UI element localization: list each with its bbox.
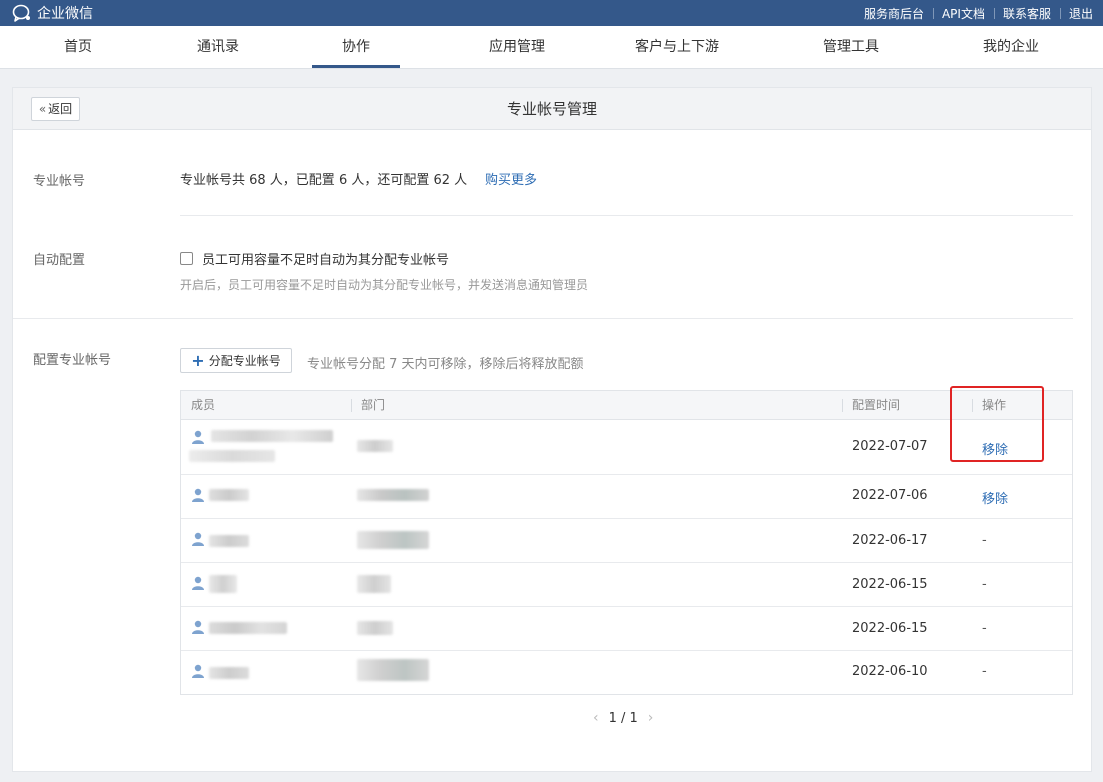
member-department xyxy=(357,621,393,635)
action-unavailable: - xyxy=(982,533,987,548)
divider xyxy=(180,215,1073,216)
table-row: 2022-06-17 - xyxy=(181,519,1072,563)
account-label: 专业帐号 xyxy=(33,174,86,189)
user-icon xyxy=(192,620,204,634)
top-bar: 企业微信 服务商后台 API文档 联系客服 退出 xyxy=(0,0,1103,26)
member-name xyxy=(209,575,237,593)
config-time: 2022-06-15 xyxy=(852,621,928,636)
nav-item-app-management[interactable]: 应用管理 xyxy=(460,26,574,68)
account-summary: 专业帐号共 68 人，已配置 6 人，还可配置 62 人 xyxy=(180,173,468,188)
member-department xyxy=(357,489,429,501)
nav-item-contacts[interactable]: 通讯录 xyxy=(180,26,256,68)
card-header: 专业帐号管理 « 返回 xyxy=(13,88,1091,130)
plus-icon: + xyxy=(191,350,205,370)
top-link-api-docs[interactable]: API文档 xyxy=(932,5,994,22)
user-icon xyxy=(192,488,204,502)
config-time: 2022-07-06 xyxy=(852,488,928,503)
member-name xyxy=(209,667,249,679)
table-header: 成员 部门 配置时间 操作 xyxy=(181,391,1072,420)
member-name xyxy=(209,489,249,501)
divider xyxy=(13,318,1073,319)
assign-account-button-label: 分配专业帐号 xyxy=(208,354,281,368)
user-icon xyxy=(192,664,204,678)
column-separator xyxy=(351,399,352,412)
main-nav: 首页 通讯录 协作 应用管理 客户与上下游 管理工具 我的企业 xyxy=(0,26,1103,69)
action-unavailable: - xyxy=(982,664,987,679)
member-department xyxy=(357,659,429,681)
app-name: 企业微信 xyxy=(37,6,93,22)
config-time: 2022-07-07 xyxy=(852,439,928,454)
column-separator xyxy=(972,399,973,412)
accounts-table: 成员 部门 配置时间 操作 2022-07-07 移除 2022-07-06 移… xyxy=(180,390,1073,695)
nav-item-admin-tools[interactable]: 管理工具 xyxy=(806,26,896,68)
assign-label: 配置专业帐号 xyxy=(33,353,112,368)
nav-item-home[interactable]: 首页 xyxy=(44,26,112,68)
top-link-logout[interactable]: 退出 xyxy=(1059,5,1093,22)
user-icon xyxy=(192,532,204,546)
nav-item-collaboration[interactable]: 协作 xyxy=(312,26,400,68)
table-row: 2022-06-10 - xyxy=(181,651,1072,694)
nav-item-my-company[interactable]: 我的企业 xyxy=(966,26,1056,68)
table-row: 2022-07-06 移除 xyxy=(181,475,1072,519)
nav-item-customers[interactable]: 客户与上下游 xyxy=(624,26,730,68)
member-department xyxy=(357,575,391,593)
table-row: 2022-06-15 - xyxy=(181,563,1072,607)
top-link-support[interactable]: 联系客服 xyxy=(993,5,1060,22)
config-time: 2022-06-17 xyxy=(852,533,928,548)
member-department xyxy=(357,531,429,549)
member-name xyxy=(211,430,333,442)
action-unavailable: - xyxy=(982,621,987,636)
member-name xyxy=(189,450,275,462)
member-name xyxy=(209,535,249,547)
assign-hint: 专业帐号分配 7 天内可移除，移除后将释放配额 xyxy=(307,357,584,372)
content-card: 专业帐号管理 « 返回 专业帐号 专业帐号共 68 人，已配置 6 人，还可配置… xyxy=(12,87,1092,772)
assign-account-button[interactable]: + 分配专业帐号 xyxy=(180,348,292,373)
remove-button[interactable]: 移除 xyxy=(982,488,1008,507)
top-links: 服务商后台 API文档 联系客服 退出 xyxy=(855,0,1093,26)
auto-assign-checkbox-label[interactable]: 员工可用容量不足时自动为其分配专业帐号 xyxy=(202,249,449,268)
chevron-left-icon[interactable]: ‹ xyxy=(593,710,599,726)
user-icon xyxy=(192,430,204,444)
config-time: 2022-06-10 xyxy=(852,664,928,679)
user-icon xyxy=(192,576,204,590)
member-department xyxy=(357,440,393,452)
page-title: 专业帐号管理 xyxy=(506,100,597,118)
column-separator xyxy=(842,399,843,412)
back-button[interactable]: « 返回 xyxy=(31,97,80,121)
column-member: 成员 xyxy=(191,398,216,412)
double-chevron-left-icon: « xyxy=(38,102,47,116)
app-logo[interactable]: 企业微信 xyxy=(12,3,93,23)
buy-more-link[interactable]: 购买更多 xyxy=(485,169,537,188)
auto-config-label: 自动配置 xyxy=(33,253,86,268)
member-name xyxy=(209,622,287,634)
table-row: 2022-07-07 移除 xyxy=(181,420,1072,475)
column-config-time: 配置时间 xyxy=(852,398,901,412)
top-link-provider[interactable]: 服务商后台 xyxy=(855,5,933,22)
page-indicator: 1 / 1 xyxy=(608,710,638,726)
chat-bubble-icon xyxy=(12,4,30,22)
column-actions: 操作 xyxy=(982,398,1007,412)
table-row: 2022-06-15 - xyxy=(181,607,1072,651)
action-unavailable: - xyxy=(982,577,987,592)
chevron-right-icon[interactable]: › xyxy=(648,710,654,726)
auto-assign-checkbox[interactable] xyxy=(180,252,193,265)
remove-button[interactable]: 移除 xyxy=(982,439,1008,458)
column-department: 部门 xyxy=(361,398,386,412)
config-time: 2022-06-15 xyxy=(852,577,928,592)
pagination: ‹ 1 / 1 › xyxy=(593,708,653,728)
auto-assign-hint: 开启后，员工可用容量不足时自动为其分配专业帐号，并发送消息通知管理员 xyxy=(180,278,589,292)
back-button-label: 返回 xyxy=(48,102,73,116)
